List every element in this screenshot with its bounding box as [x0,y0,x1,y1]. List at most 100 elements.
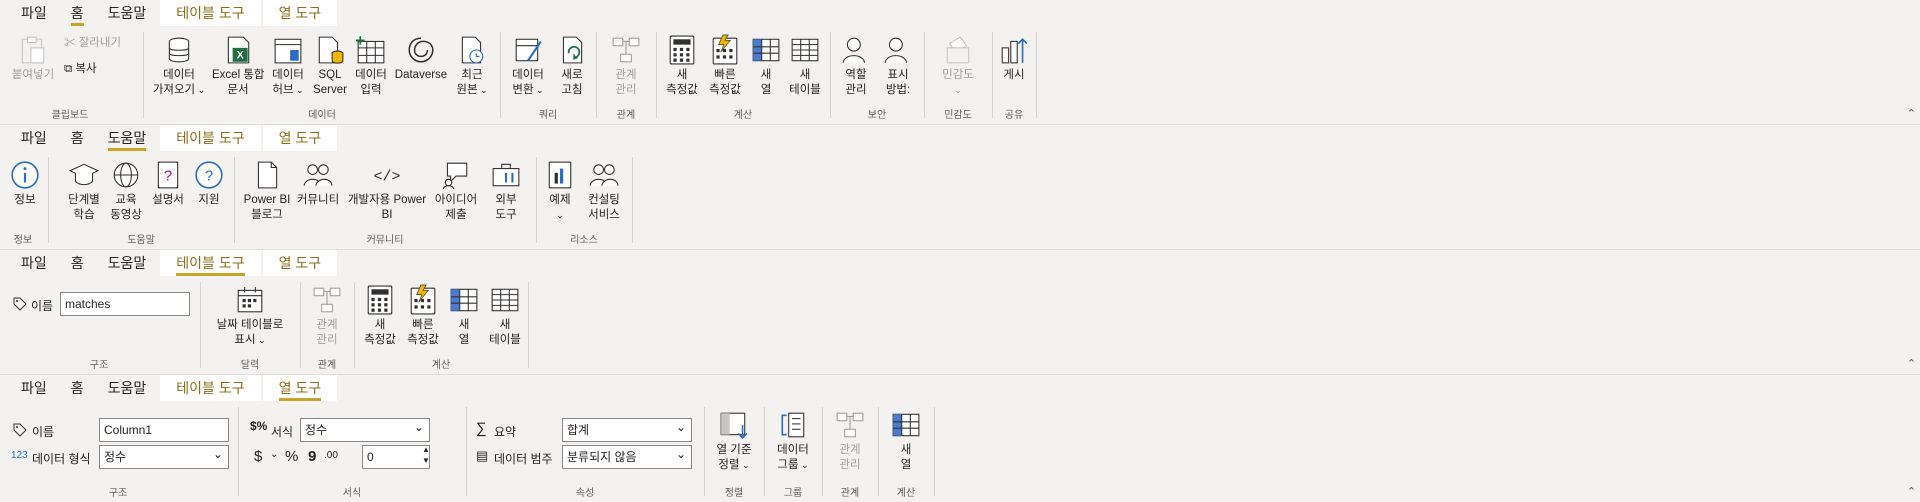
consulting-icon [589,159,619,191]
quick-measure-button[interactable]: 빠른 측정값 [402,284,444,348]
tab-column-tools[interactable]: 열 도구 [262,0,338,26]
decimal-places-input[interactable]: 0 [362,445,430,469]
data-category-select[interactable]: 분류되지 않음 [562,443,692,469]
tab-file[interactable]: 파일 [0,0,59,26]
separator [878,407,879,496]
tab-table-tools[interactable]: 테이블 도구 [160,0,261,26]
tab-file[interactable]: 파일 [0,250,59,276]
community-button[interactable]: 커뮤니티 [294,159,342,208]
sort-by-column-button[interactable]: 열 기준 정렬 ⌄ [710,409,758,473]
tab-bar: 파일 홈 도움말 테이블 도구 열 도구 [0,0,338,26]
copy-icon: ⧉ [64,63,76,75]
tab-column-tools[interactable]: 열 도구 [262,125,338,151]
collapse-ribbon-icon[interactable]: ⌃ [1907,485,1916,498]
copy-button[interactable]: ⧉ 복사 [64,62,97,77]
tab-file[interactable]: 파일 [0,125,59,151]
view-as-button[interactable]: 표시 방법: [878,34,918,98]
currency-format-button[interactable]: $ [254,448,262,465]
support-button[interactable]: 지원 [190,159,228,208]
decimal-places-icon: .00 [324,450,338,461]
info-icon [10,159,40,191]
paste-button[interactable]: 붙여넣기 [8,34,58,83]
comma-style-button[interactable]: 9 [308,448,316,465]
tab-help[interactable]: 도움말 [96,125,159,151]
group-label-calculations: 계산 [431,360,451,371]
format-select[interactable]: 정수 [300,416,430,442]
group-label-sensitivity: 민감도 [944,110,972,121]
data-type-select[interactable]: 정수 [99,443,229,469]
enter-data-button[interactable]: 데이터 입력 [352,34,390,98]
new-column-button[interactable]: 새 열 [886,409,926,473]
sensitivity-button[interactable]: 민감도 ⌄ [934,34,982,98]
group-label-relationships: 관계 [317,360,337,371]
separator [536,157,537,243]
transform-data-button[interactable]: 데이터 변환 ⌄ [506,34,550,98]
mark-as-date-table-button[interactable]: 날짜 테이블로 표시 ⌄ [208,284,292,348]
power-bi-blog-button[interactable]: Power BI 블로그 [242,159,292,223]
dev-label-1: 개발자용 Power [347,194,427,206]
tab-home[interactable]: 홈 [59,125,96,151]
quick-label-2: 측정값 [407,334,439,346]
data-hub-button[interactable]: 데이터 허브 ⌄ [268,34,308,98]
manage-roles-button[interactable]: 역할 관리 [836,34,876,98]
training-video-button[interactable]: 교육 동영상 [106,159,146,223]
tab-table-tools[interactable]: 테이블 도구 [160,125,261,151]
cut-button[interactable]: ✂ 잘라내기 [64,36,121,51]
collapse-ribbon-icon[interactable]: ⌃ [1907,107,1916,120]
new-column-button[interactable]: 새 열 [446,284,482,348]
tab-file[interactable]: 파일 [0,375,59,401]
collapse-ribbon-icon[interactable]: ⌃ [1907,357,1916,370]
new-table-button[interactable]: 새 테이블 [484,284,526,348]
group-label-clipboard: 클립보드 [51,110,89,121]
separator [656,32,657,118]
tab-table-tools[interactable]: 테이블 도구 [160,375,261,401]
column-icon [751,34,781,66]
new-measure-button[interactable]: 새 측정값 [360,284,400,348]
tab-home[interactable]: 홈 [59,0,96,26]
consulting-services-button[interactable]: 컨설팅 서비스 [582,159,626,223]
samples-button[interactable]: 예제 ⌄ [542,159,578,223]
tab-help[interactable]: 도움말 [96,250,159,276]
manage-relationships-button[interactable]: 관계 관리 [306,284,348,348]
separator [764,407,765,496]
get-data-button[interactable]: 데이터 가져오기 ⌄ [150,34,208,98]
table-name-input[interactable]: matches [60,292,190,316]
percent-format-button[interactable]: % [285,448,298,465]
name-label: 이름 [32,425,55,439]
tab-home[interactable]: 홈 [59,250,96,276]
chevron-down-icon[interactable]: ⌄ [270,449,278,460]
new-measure-button[interactable]: 새 측정값 [662,34,702,98]
recent-sources-button[interactable]: 최근 원본 ⌄ [452,34,492,98]
tab-table-tools[interactable]: 테이블 도구 [160,250,261,276]
manage-rel-label-2: 관리 [839,459,861,471]
quick-measure-button[interactable]: 빠른 측정값 [704,34,746,98]
tab-help[interactable]: 도움말 [96,375,159,401]
publish-button[interactable]: 게시 [996,34,1032,83]
external-tools-button[interactable]: 외부 도구 [486,159,526,223]
spinner-icon[interactable]: ▲ ▼ [422,444,430,466]
manage-relationships-button[interactable]: 관계 관리 [604,34,648,98]
dataverse-button[interactable]: Dataverse [392,34,450,83]
manage-relationships-button[interactable]: 관계 관리 [828,409,872,473]
tab-column-tools[interactable]: 열 도구 [262,375,338,401]
summarize-select[interactable]: 합계 [562,416,692,442]
info-button[interactable]: 정보 [8,159,42,208]
new-table-button[interactable]: 새 테이블 [784,34,826,98]
tab-help[interactable]: 도움말 [96,0,159,26]
submit-idea-button[interactable]: 아이디어 제출 [432,159,480,223]
book-help-icon [153,159,183,191]
excel-workbook-button[interactable]: Excel 통합 문서 [212,34,264,98]
sql-server-button[interactable]: SQL Server [312,34,348,98]
sensitivity-icon [943,34,973,66]
data-groups-button[interactable]: 데이터 그룹 ⌄ [770,409,816,473]
guided-learning-button[interactable]: 단계별 학습 [64,159,104,223]
refresh-button[interactable]: 새로 고침 [552,34,592,98]
tab-column-tools[interactable]: 열 도구 [262,250,338,276]
chevron-down-icon: ⌄ [255,335,266,345]
tab-home[interactable]: 홈 [59,375,96,401]
column-name-input[interactable]: Column1 [99,418,229,442]
chevron-down-icon: ⌄ [556,210,564,220]
developer-power-bi-button[interactable]: 개발자용 Power BI [346,159,428,223]
new-column-button[interactable]: 새 열 [748,34,784,98]
documentation-button[interactable]: 설명서 [148,159,188,208]
